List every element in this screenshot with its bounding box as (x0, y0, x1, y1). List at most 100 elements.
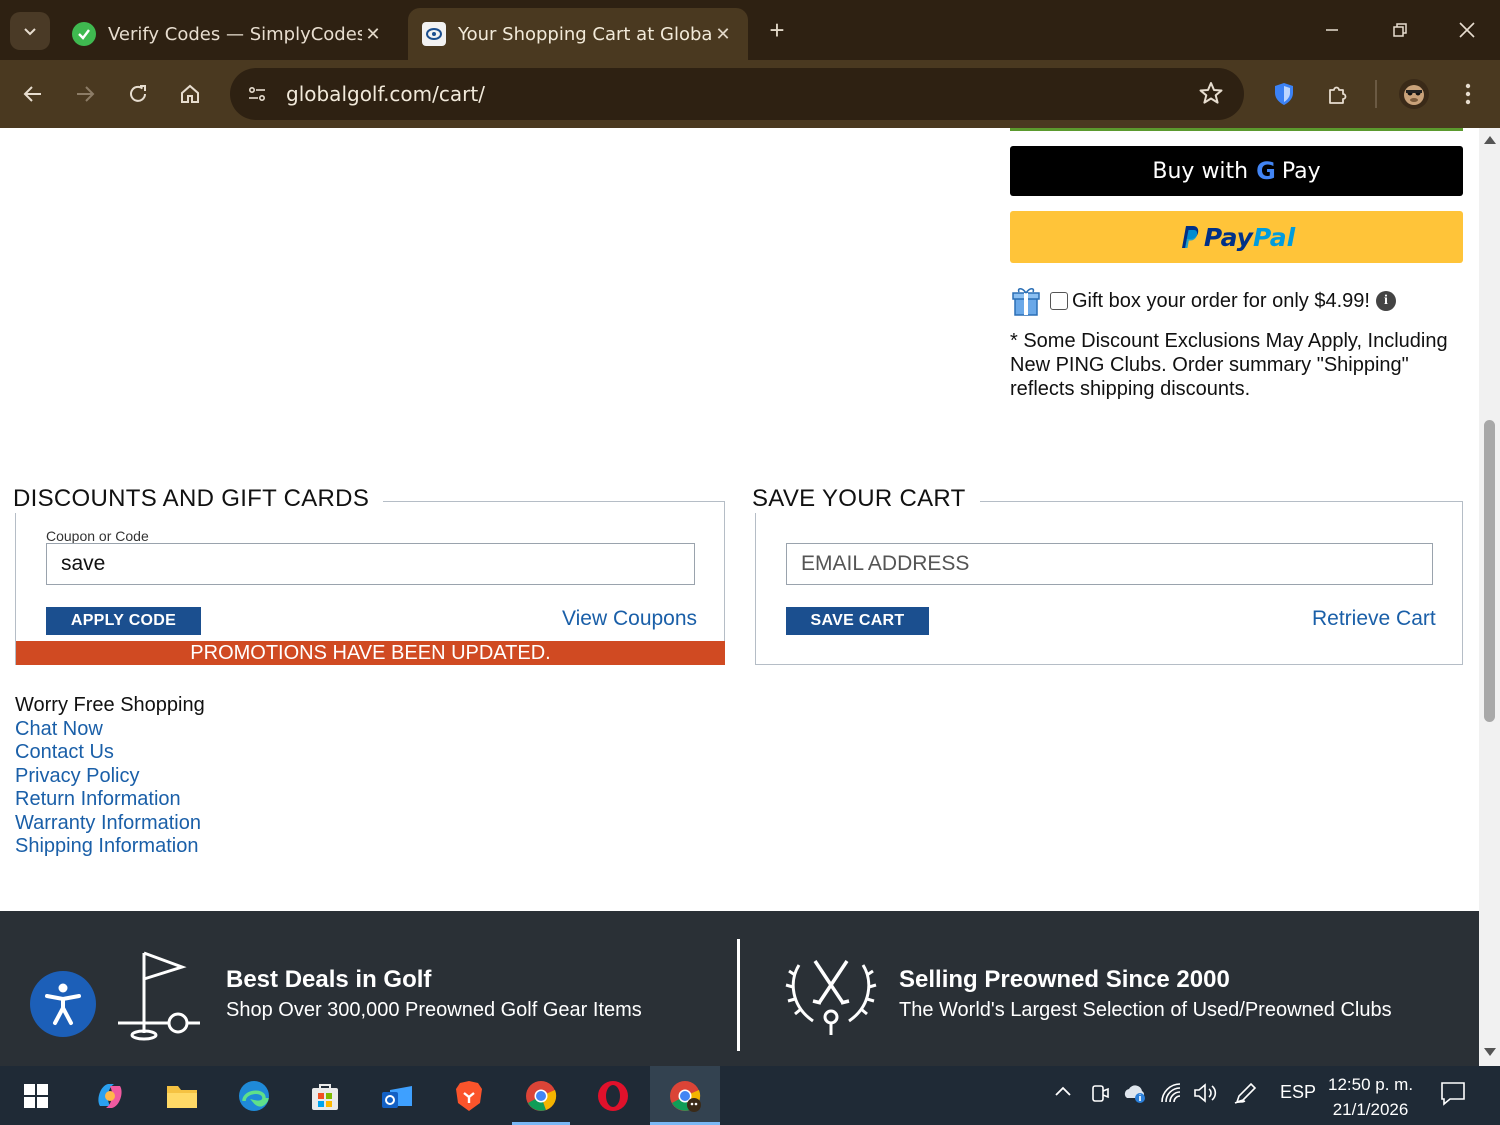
close-window-button[interactable] (1447, 12, 1487, 48)
pen-icon (1234, 1082, 1257, 1104)
start-button[interactable] (12, 1074, 60, 1118)
extensions-button[interactable] (1317, 74, 1357, 114)
tray-volume[interactable] (1193, 1082, 1219, 1109)
email-address-input[interactable]: EMAIL ADDRESS (786, 543, 1433, 585)
scroll-up-arrow-icon[interactable] (1484, 136, 1496, 144)
windows-taskbar: ESP 12:50 p. m. 21/1/2026 (0, 1066, 1500, 1125)
tray-network[interactable] (1160, 1082, 1184, 1109)
toolbar-divider (1375, 80, 1377, 108)
tab-title: Your Shopping Cart at GlobalGolf (458, 23, 712, 45)
minimize-button[interactable] (1312, 12, 1352, 48)
arrow-left-icon (23, 86, 41, 102)
opera-icon (598, 1081, 628, 1111)
promo-band-divider (737, 939, 740, 1051)
forward-button[interactable] (65, 74, 105, 114)
coupon-input[interactable]: save (46, 543, 695, 585)
apply-code-button[interactable]: APPLY CODE (46, 607, 201, 635)
minimize-icon (1326, 29, 1338, 31)
taskbar-file-explorer[interactable] (158, 1074, 206, 1118)
puzzle-icon (1329, 86, 1347, 104)
view-coupons-link[interactable]: View Coupons (562, 607, 697, 631)
taskbar-chrome-profile-2[interactable] (661, 1074, 709, 1118)
close-icon (1459, 22, 1475, 38)
scrollbar-thumb[interactable] (1484, 420, 1495, 722)
taskbar-opera[interactable] (589, 1074, 637, 1118)
taskbar-brave[interactable] (445, 1074, 493, 1118)
home-button[interactable] (170, 74, 210, 114)
scroll-down-arrow-icon[interactable] (1484, 1048, 1496, 1056)
reload-icon (130, 85, 146, 102)
accessibility-button[interactable] (30, 971, 96, 1037)
paypal-button[interactable]: Pay Pal (1010, 211, 1463, 263)
cloud-info-icon (1124, 1085, 1145, 1103)
notification-center-button[interactable] (1440, 1080, 1466, 1111)
tab-simplycodes[interactable]: Verify Codes — SimplyCodes ✕ (58, 8, 398, 60)
giftbox-label[interactable]: Gift box your order for only $4.99! (1072, 290, 1370, 313)
meet-now-icon (1092, 1085, 1109, 1102)
taskbar-edge[interactable] (230, 1074, 278, 1118)
warranty-information-link[interactable]: Warranty Information (15, 812, 205, 836)
show-hidden-icons-button[interactable] (1053, 1082, 1073, 1107)
return-information-link[interactable]: Return Information (15, 788, 205, 812)
tray-onedrive[interactable] (1122, 1082, 1148, 1109)
promotions-updated-banner: PROMOTIONS HAVE BEEN UPDATED. (16, 641, 725, 665)
close-tab-icon[interactable]: ✕ (362, 24, 384, 45)
globalgolf-favicon-icon (422, 22, 446, 46)
paypal-wordmark-pay: Pay (1203, 222, 1253, 252)
edge-icon (239, 1081, 269, 1111)
store-icon (312, 1084, 338, 1110)
best-deals-subtitle: Shop Over 300,000 Preowned Golf Gear Ite… (226, 999, 642, 1021)
tray-device-icon[interactable] (1090, 1082, 1110, 1109)
windows-logo-icon (24, 1084, 48, 1108)
chevron-down-icon (24, 28, 36, 36)
info-icon[interactable]: i (1375, 291, 1396, 311)
arrow-right-icon (77, 86, 95, 102)
profile-avatar[interactable] (1394, 74, 1434, 114)
retrieve-cart-link[interactable]: Retrieve Cart (1312, 607, 1436, 631)
reload-button[interactable] (118, 74, 158, 114)
taskbar-copilot[interactable] (86, 1074, 134, 1118)
taskbar-outlook[interactable] (373, 1074, 421, 1118)
taskbar-chrome-profile-1[interactable] (517, 1074, 565, 1118)
notification-icon (1441, 1082, 1465, 1106)
chat-now-link[interactable]: Chat Now (15, 718, 205, 742)
bitwarden-extension-button[interactable] (1264, 74, 1304, 114)
restore-button[interactable] (1380, 12, 1420, 48)
save-cart-button[interactable]: SAVE CART (786, 607, 929, 635)
url-text: globalgolf.com/cart/ (286, 82, 485, 106)
accessibility-icon (45, 983, 81, 1025)
new-tab-button[interactable]: + (762, 14, 792, 46)
giftbox-checkbox[interactable] (1050, 292, 1068, 310)
golf-flag-icon (118, 951, 200, 1041)
clock-time: 12:50 p. m. (1328, 1075, 1414, 1094)
clock-date: 21/1/2026 (1332, 1100, 1409, 1119)
cart-page: Buy with G Pay Pay Pal Gift box your orde… (0, 128, 1479, 1066)
checkout-button-edge (1010, 128, 1463, 131)
best-deals-title: Best Deals in Golf (226, 966, 432, 993)
discount-exclusions-note: * Some Discount Exclusions May Apply, In… (1010, 330, 1448, 400)
speaker-icon (1194, 1083, 1217, 1103)
outlook-icon (382, 1086, 412, 1108)
home-icon (181, 84, 199, 103)
tab-globalgolf-cart[interactable]: Your Shopping Cart at GlobalGolf ✕ (408, 8, 748, 60)
simplycodes-favicon-icon (72, 22, 96, 46)
tab-search-button[interactable] (10, 12, 50, 50)
shipping-information-link[interactable]: Shipping Information (15, 835, 205, 859)
browser-menu-button[interactable] (1448, 74, 1488, 114)
taskbar-microsoft-store[interactable] (301, 1074, 349, 1118)
tray-pen[interactable] (1233, 1082, 1257, 1109)
laurel-crossed-clubs-icon (785, 960, 877, 1035)
site-info-icon[interactable] (234, 71, 280, 117)
tray-language[interactable]: ESP (1280, 1082, 1316, 1103)
google-pay-button[interactable]: Buy with G Pay (1010, 146, 1463, 196)
privacy-policy-link[interactable]: Privacy Policy (15, 765, 205, 789)
address-bar[interactable]: globalgolf.com/cart/ (230, 68, 1244, 120)
worry-free-shopping-links: Worry Free Shopping Chat Now Contact Us … (15, 694, 205, 859)
tray-clock[interactable]: 12:50 p. m. 21/1/2026 (1328, 1072, 1413, 1122)
back-button[interactable] (13, 74, 53, 114)
contact-us-link[interactable]: Contact Us (15, 741, 205, 765)
page-scrollbar[interactable] (1479, 128, 1500, 1066)
selling-preowned-title: Selling Preowned Since 2000 (899, 966, 1230, 993)
close-tab-icon[interactable]: ✕ (712, 24, 734, 45)
bookmark-star-icon[interactable] (1198, 80, 1226, 108)
